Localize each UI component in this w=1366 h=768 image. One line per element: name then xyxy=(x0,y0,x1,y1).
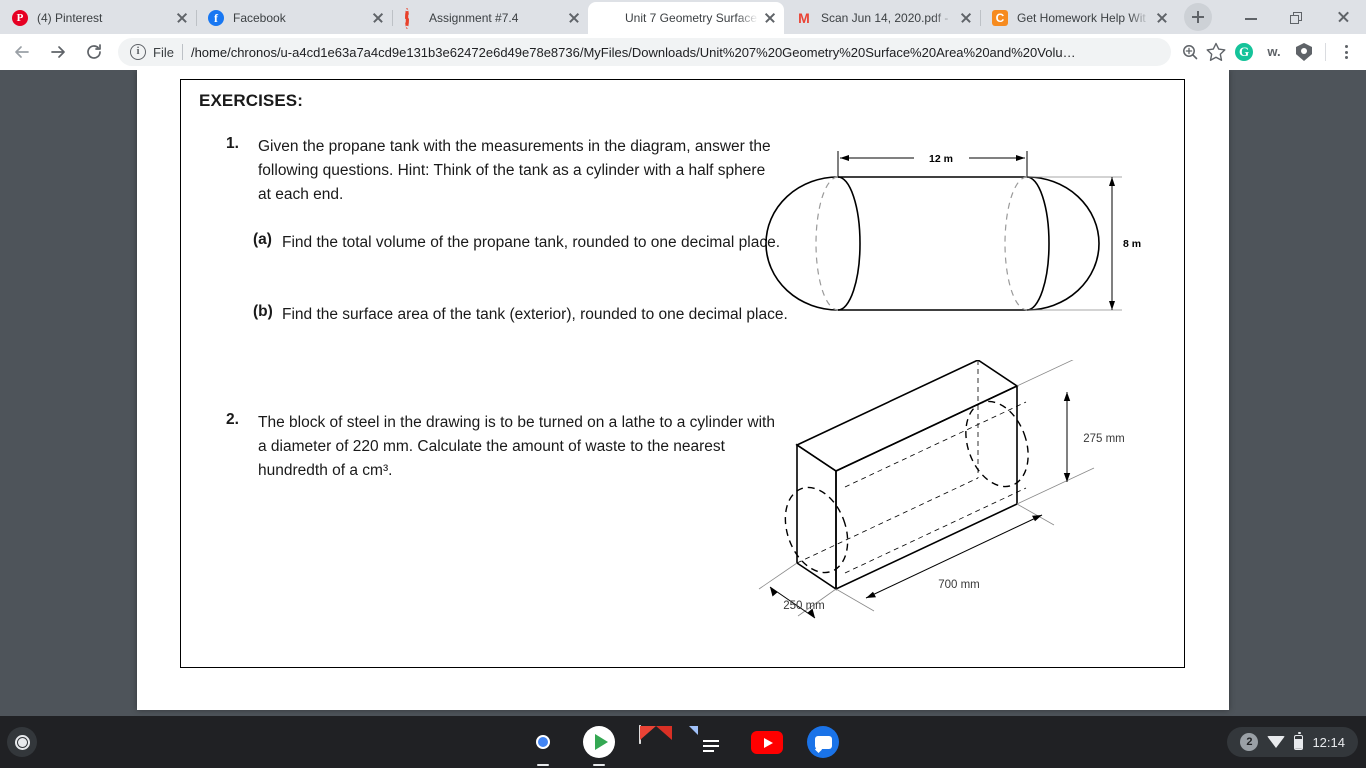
tab-homework-help[interactable]: C Get Homework Help Wit xyxy=(980,2,1176,34)
dimension-label-length: 700 mm xyxy=(938,579,980,591)
toolbar-divider xyxy=(1325,43,1326,61)
window-controls xyxy=(1228,0,1366,34)
question-text: The block of steel in the drawing is to … xyxy=(258,414,775,479)
new-tab-button[interactable] xyxy=(1184,3,1212,31)
globe-icon xyxy=(600,10,616,26)
wordtune-extension-icon[interactable]: w. xyxy=(1259,38,1289,66)
reload-icon[interactable] xyxy=(80,38,108,66)
tab-pinterest[interactable]: P (4) Pinterest xyxy=(0,2,197,34)
taskbar-shelf: 2 12:14 xyxy=(0,716,1366,768)
tab-title: Unit 7 Geometry Surface xyxy=(625,11,758,25)
tab-title: Assignment #7.4 xyxy=(429,11,519,25)
propane-tank-diagram: 12 m 8 m xyxy=(754,133,1154,333)
question-text: Given the propane tank with the measurem… xyxy=(258,138,771,203)
chrome-app-icon[interactable] xyxy=(527,726,559,766)
dimension-label-diameter: 8 m xyxy=(1123,238,1141,250)
tab-unit7-geometry[interactable]: Unit 7 Geometry Surface xyxy=(588,2,784,34)
tab-title: Facebook xyxy=(233,11,286,25)
dimension-label-height: 275 mm xyxy=(1083,433,1125,445)
google-docs-app-icon[interactable] xyxy=(695,726,727,758)
close-icon[interactable] xyxy=(174,10,190,26)
omnibox-divider xyxy=(181,44,183,60)
grammarly-extension-icon[interactable]: G xyxy=(1229,38,1259,66)
tab-assignment[interactable]: Assignment #7.4 xyxy=(392,2,589,34)
close-window-icon[interactable] xyxy=(1320,0,1366,34)
info-circle-icon[interactable]: i xyxy=(130,44,146,60)
running-indicator xyxy=(593,763,605,766)
minimize-icon[interactable] xyxy=(1228,0,1274,34)
star-icon[interactable] xyxy=(1203,39,1229,65)
browser-toolbar: i File /home/chronos/u-a4cd1e63a7a4cd9e1… xyxy=(0,34,1366,70)
dimension-label-length: 12 m xyxy=(929,153,953,165)
clock-label: 12:14 xyxy=(1312,734,1345,750)
steel-block-diagram: 275 mm 700 mm 250 mm xyxy=(754,349,1154,645)
subquestion-label: (b) xyxy=(253,303,273,320)
content-viewport: EXERCISES: 1. Given the propane tank wit… xyxy=(0,70,1366,716)
three-dot-menu-icon[interactable] xyxy=(1332,38,1360,66)
chegg-icon: C xyxy=(992,10,1008,26)
close-icon[interactable] xyxy=(1154,10,1170,26)
tab-strip: P (4) Pinterest f Facebook Assignment #7… xyxy=(0,0,1366,34)
document-page: EXERCISES: 1. Given the propane tank wit… xyxy=(137,70,1229,710)
shelf-app-list xyxy=(0,716,1366,768)
tab-title: Scan Jun 14, 2020.pdf - xyxy=(821,11,949,25)
question-number: 1. xyxy=(226,135,239,152)
close-icon[interactable] xyxy=(958,10,974,26)
tab-scan-pdf[interactable]: M Scan Jun 14, 2020.pdf - xyxy=(784,2,981,34)
loading-spinner-icon xyxy=(404,8,420,29)
zoom-magnifier-icon[interactable] xyxy=(1177,39,1203,65)
subquestion-text: Find the total volume of the propane tan… xyxy=(282,234,781,251)
subquestion-label: (a) xyxy=(253,231,272,248)
notification-count-badge: 2 xyxy=(1240,733,1259,751)
back-arrow-icon[interactable] xyxy=(8,38,36,66)
wifi-icon xyxy=(1267,736,1286,748)
tab-title: Get Homework Help Wit xyxy=(1017,11,1146,25)
play-store-app-icon[interactable] xyxy=(583,726,615,766)
page-title: EXERCISES: xyxy=(199,91,303,110)
question-number: 2. xyxy=(226,411,239,428)
url-scheme-label: File xyxy=(153,44,174,60)
tab-title: (4) Pinterest xyxy=(37,11,103,25)
close-icon[interactable] xyxy=(762,10,778,26)
forward-arrow-icon[interactable] xyxy=(44,38,72,66)
close-icon[interactable] xyxy=(566,10,582,26)
close-icon[interactable] xyxy=(370,10,386,26)
pinterest-icon: P xyxy=(12,10,28,26)
browser-window: P (4) Pinterest f Facebook Assignment #7… xyxy=(0,0,1366,716)
running-indicator xyxy=(537,763,549,766)
messages-app-icon[interactable] xyxy=(807,726,839,758)
gmail-app-icon[interactable] xyxy=(639,725,671,758)
address-bar[interactable]: i File /home/chronos/u-a4cd1e63a7a4cd9e1… xyxy=(118,38,1171,66)
gmail-icon: M xyxy=(798,10,810,26)
battery-icon xyxy=(1294,732,1304,750)
youtube-app-icon[interactable] xyxy=(751,726,783,758)
document-content-box: EXERCISES: 1. Given the propane tank wit… xyxy=(180,79,1185,668)
url-text: /home/chronos/u-a4cd1e63a7a4cd9e131b3e62… xyxy=(190,44,1076,60)
tab-facebook[interactable]: f Facebook xyxy=(196,2,393,34)
facebook-icon: f xyxy=(208,10,224,26)
subquestion-text: Find the surface area of the tank (exter… xyxy=(282,306,788,323)
shield-extension-icon[interactable] xyxy=(1289,38,1319,66)
status-tray[interactable]: 2 12:14 xyxy=(1227,727,1358,757)
dimension-label-width: 250 mm xyxy=(783,600,825,612)
maximize-icon[interactable] xyxy=(1274,0,1320,34)
